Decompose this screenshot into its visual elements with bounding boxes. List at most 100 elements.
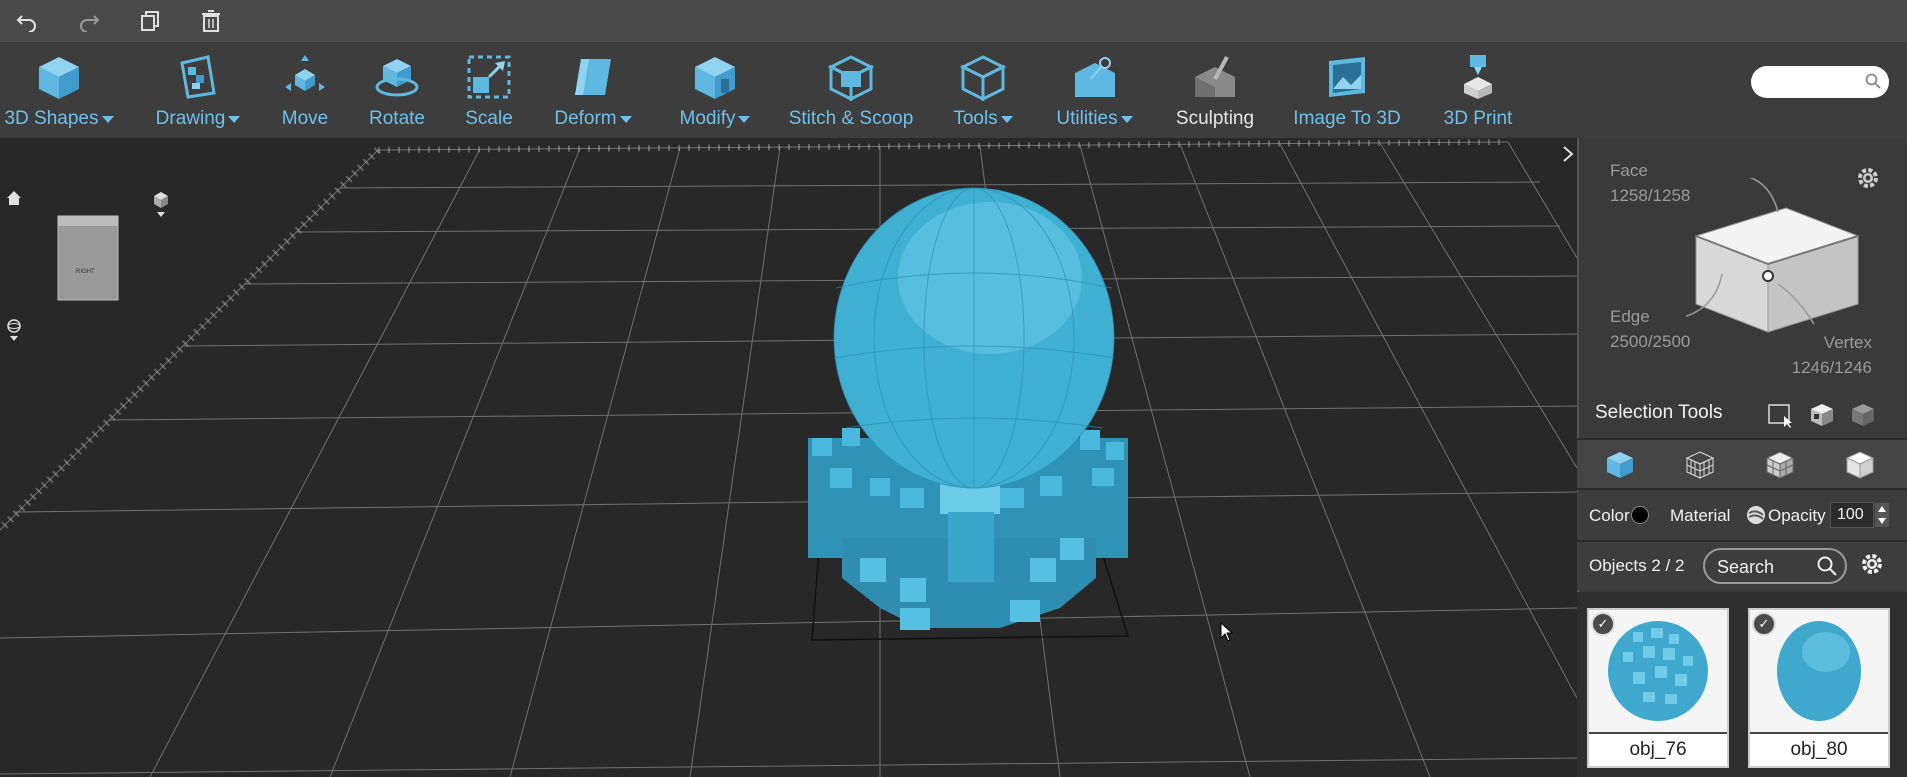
color-label: Color (1589, 506, 1630, 525)
tool-label: Stitch & Scoop (788, 108, 914, 129)
redo-icon[interactable] (76, 8, 102, 34)
home-icon[interactable] (6, 190, 22, 211)
selection-settings-gear-icon[interactable] (1854, 164, 1882, 197)
solid-select-icon[interactable] (1850, 402, 1876, 433)
sculpting-icon (1190, 52, 1240, 102)
tool-label: 3D Shapes (4, 108, 99, 129)
dropdown-caret-icon (228, 115, 241, 123)
object-card[interactable]: ✓ obj_76 (1587, 608, 1729, 768)
tool-rotate[interactable]: Rotate (362, 42, 432, 138)
dropdown-caret-icon (619, 115, 632, 123)
tool-stitch-scoop[interactable]: Stitch & Scoop (786, 42, 916, 138)
box-select-icon[interactable] (1768, 404, 1794, 433)
copy-icon[interactable] (137, 8, 163, 34)
tool-scale[interactable]: Scale (454, 42, 524, 138)
drawing-icon (173, 52, 223, 102)
tool-label: 3D Print (1443, 108, 1513, 129)
search-icon (1817, 556, 1837, 581)
dropdown-caret-icon (101, 115, 114, 123)
deform-icon (568, 52, 618, 102)
view-cube[interactable]: RIGHT (56, 214, 122, 309)
tool-label: Rotate (369, 108, 425, 129)
color-swatch[interactable] (1631, 506, 1649, 524)
objects-count: Objects 2 / 2 (1589, 556, 1685, 575)
3d-print-icon (1453, 52, 1503, 102)
opacity-value: 100 (1837, 506, 1864, 523)
main-toolbar: 3D Shapes Drawing Move Rotate Scale Defo… (0, 42, 1907, 138)
object-checkbox[interactable]: ✓ (1591, 612, 1615, 636)
objects-list: ✓ obj_76 ✓ obj_80 (1577, 592, 1907, 777)
tool-sculpting[interactable]: Sculpting (1170, 42, 1260, 138)
tool-modify[interactable]: Modify (670, 42, 760, 138)
wireframe-mode-tab[interactable] (1683, 448, 1717, 482)
projection-cube-icon[interactable] (152, 190, 170, 223)
toolbar-search-input[interactable] (1751, 66, 1889, 98)
face-count: 1258/1258 (1610, 186, 1691, 205)
mouse-cursor-icon (1220, 621, 1234, 647)
selection-tools-title: Selection Tools (1595, 402, 1723, 423)
selection-box-diagram (1669, 173, 1886, 363)
scale-icon (464, 52, 514, 102)
undo-icon[interactable] (14, 8, 40, 34)
solid-wire-mode-tab[interactable] (1763, 448, 1797, 482)
tool-label: Move (281, 108, 329, 129)
objects-search-field[interactable] (1703, 548, 1847, 584)
tool-label: Modify (679, 108, 736, 129)
material-label: Material (1670, 506, 1731, 525)
tool-drawing[interactable]: Drawing (153, 42, 243, 138)
tool-label: Image To 3D (1293, 108, 1401, 129)
opacity-label: Opacity (1768, 506, 1826, 525)
edge-count: 2500/2500 (1610, 332, 1691, 351)
dropdown-caret-icon (1120, 115, 1133, 123)
3d-viewport[interactable]: RIGHT (0, 138, 1577, 777)
edge-stat: Edge 2500/2500 (1610, 304, 1690, 354)
rotate-icon (372, 52, 422, 102)
opacity-stepper[interactable]: 100 (1830, 502, 1874, 528)
object-name: obj_80 (1750, 732, 1888, 766)
trash-icon[interactable] (198, 8, 224, 34)
orbit-icon[interactable] (6, 318, 22, 347)
face-label: Face (1610, 161, 1648, 180)
tools-icon (958, 52, 1008, 102)
cube-icon (34, 52, 84, 102)
tool-label: Scale (465, 108, 513, 129)
image-to-3d-icon (1322, 52, 1372, 102)
tool-label: Sculpting (1175, 108, 1255, 129)
search-icon (1865, 73, 1881, 94)
object-card[interactable]: ✓ obj_80 (1748, 608, 1890, 768)
model-group (808, 187, 1128, 630)
display-mode-tabs (1577, 440, 1907, 490)
move-icon (280, 52, 330, 102)
tool-move[interactable]: Move (275, 42, 335, 138)
face-stat: Face 1258/1258 (1610, 158, 1690, 208)
view-cube-label: RIGHT (76, 269, 95, 275)
top-bar (0, 0, 1907, 42)
stitch-scoop-icon (826, 52, 876, 102)
tool-tools[interactable]: Tools (948, 42, 1018, 138)
ground-grid (0, 139, 1577, 777)
object-checkbox[interactable]: ✓ (1752, 612, 1776, 636)
material-sphere-icon[interactable] (1746, 505, 1766, 530)
objects-settings-gear-icon[interactable] (1858, 550, 1886, 583)
object-name: obj_76 (1589, 732, 1727, 766)
tool-3d-print[interactable]: 3D Print (1436, 42, 1520, 138)
dropdown-caret-icon (738, 115, 751, 123)
edge-label: Edge (1610, 307, 1650, 326)
objects-search-input[interactable] (1717, 556, 1817, 578)
tool-utilities[interactable]: Utilities (1052, 42, 1137, 138)
tool-label: Tools (953, 108, 998, 129)
solid-mode-tab[interactable] (1603, 448, 1637, 482)
face-select-icon[interactable] (1809, 402, 1835, 433)
tool-deform[interactable]: Deform (548, 42, 638, 138)
collapse-panel-icon[interactable] (1560, 144, 1576, 164)
selection-tools-row: Selection Tools (1577, 390, 1907, 440)
tool-image-to-3d[interactable]: Image To 3D (1292, 42, 1402, 138)
tool-label: Utilities (1056, 108, 1118, 129)
tool-3d-shapes[interactable]: 3D Shapes (4, 42, 114, 138)
transparent-mode-tab[interactable] (1843, 448, 1877, 482)
tool-label: Drawing (155, 108, 226, 129)
object-properties-row: Color Material Opacity 100 (1577, 492, 1907, 540)
utilities-icon (1070, 52, 1120, 102)
tool-label: Deform (554, 108, 617, 129)
opacity-spin-icon[interactable] (1875, 503, 1889, 527)
